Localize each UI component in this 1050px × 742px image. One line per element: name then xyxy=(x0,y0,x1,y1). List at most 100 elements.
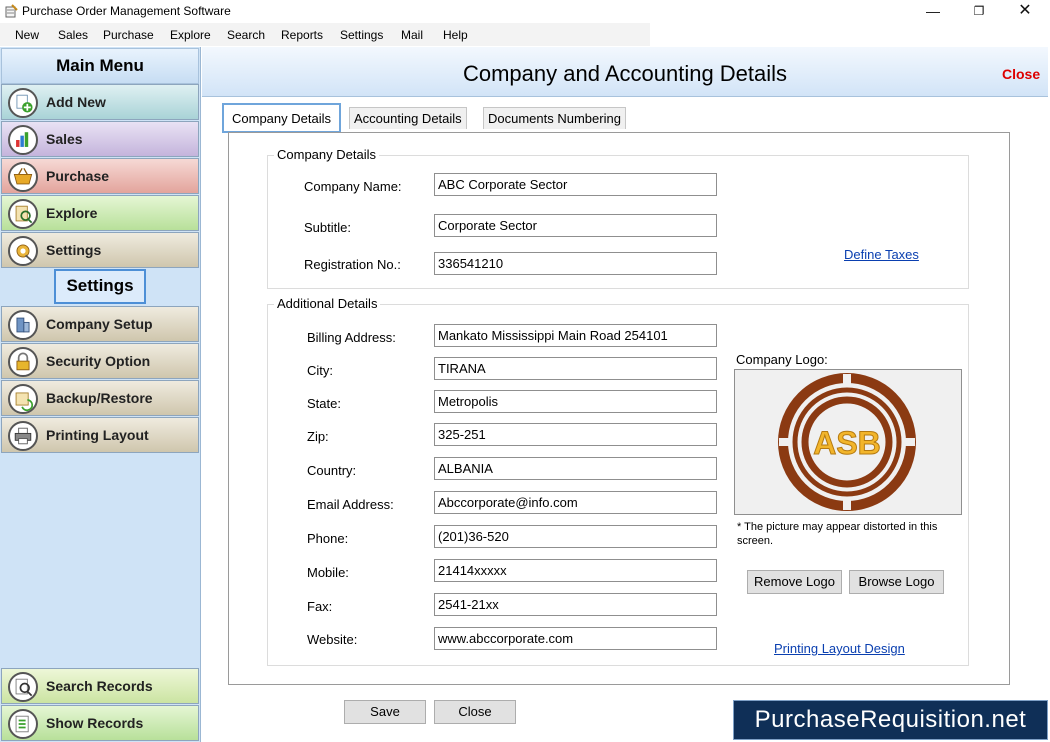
main-content: Company and Accounting Details Close Com… xyxy=(202,47,1050,742)
save-button[interactable]: Save xyxy=(344,700,426,724)
email-address-label: Email Address: xyxy=(307,497,394,512)
remove-logo-button[interactable]: Remove Logo xyxy=(747,570,842,594)
tab-documents-numbering[interactable]: Documents Numbering xyxy=(483,107,626,129)
menu-help[interactable]: Help xyxy=(443,28,468,42)
menu-explore[interactable]: Explore xyxy=(170,28,211,42)
lock-icon xyxy=(8,347,38,377)
tab-panel: Company Details Company Name: ABC Corpor… xyxy=(228,132,1010,685)
sidebar-item-label: Add New xyxy=(46,94,106,110)
company-logo-image: ASB xyxy=(734,369,962,515)
browse-logo-button[interactable]: Browse Logo xyxy=(849,570,944,594)
menu-bar: New Sales Purchase Explore Search Report… xyxy=(0,23,1050,46)
city-field[interactable]: TIRANA xyxy=(434,357,717,380)
sidebar-item-label: Company Setup xyxy=(46,316,153,332)
phone-field[interactable]: (201)36-520 xyxy=(434,525,717,548)
app-icon xyxy=(5,4,18,18)
window-close-button[interactable]: ✕ xyxy=(1002,0,1048,23)
sidebar-item-security-option[interactable]: Security Option xyxy=(1,343,199,379)
company-logo-label: Company Logo: xyxy=(736,352,828,367)
menu-search[interactable]: Search xyxy=(227,28,265,42)
sidebar-item-show-records[interactable]: Show Records xyxy=(1,705,199,741)
close-link[interactable]: Close xyxy=(1002,66,1040,82)
country-label: Country: xyxy=(307,463,357,478)
sidebar-item-label: Search Records xyxy=(46,678,153,694)
printer-icon xyxy=(8,421,38,451)
website-label: Website: xyxy=(307,632,358,647)
subtitle-field[interactable]: Corporate Sector xyxy=(434,214,717,237)
company-name-field[interactable]: ABC Corporate Sector xyxy=(434,173,717,196)
menu-mail[interactable]: Mail xyxy=(401,28,423,42)
fax-label: Fax: xyxy=(307,599,333,614)
minimize-button[interactable]: — xyxy=(910,0,956,23)
settings-section-title: Settings xyxy=(54,269,146,304)
registration-no-label: Registration No.: xyxy=(304,257,401,272)
sidebar-item-add-new[interactable]: Add New xyxy=(1,84,199,120)
printing-layout-design-link[interactable]: Printing Layout Design xyxy=(774,641,905,656)
sidebar-item-sales[interactable]: Sales xyxy=(1,121,199,157)
city-label: City: xyxy=(307,363,333,378)
subtitle-label: Subtitle: xyxy=(304,220,351,235)
company-details-group-title: Company Details xyxy=(274,147,379,162)
asb-logo-icon: ASB xyxy=(778,373,916,511)
logo-distortion-note: * The picture may appear distorted in th… xyxy=(737,521,938,547)
state-field[interactable]: Metropolis xyxy=(434,390,717,413)
show-records-icon xyxy=(8,709,38,739)
sidebar-item-label: Printing Layout xyxy=(46,427,149,443)
menu-bar-background xyxy=(0,23,650,46)
company-name-label: Company Name: xyxy=(304,179,402,194)
sidebar-item-label: Security Option xyxy=(46,353,151,369)
sidebar-item-label: Settings xyxy=(46,242,102,258)
zip-label: Zip: xyxy=(307,429,329,444)
maximize-button[interactable]: ❐ xyxy=(956,0,1002,23)
sales-chart-icon xyxy=(8,125,38,155)
mobile-label: Mobile: xyxy=(307,565,349,580)
additional-details-group-title: Additional Details xyxy=(274,296,381,311)
main-header: Company and Accounting Details Close xyxy=(202,47,1048,97)
sidebar-item-company-setup[interactable]: Company Setup xyxy=(1,306,199,342)
sidebar-item-search-records[interactable]: Search Records xyxy=(1,668,199,704)
menu-settings[interactable]: Settings xyxy=(340,28,383,42)
sidebar-item-label: Show Records xyxy=(46,715,144,731)
website-field[interactable]: www.abccorporate.com xyxy=(434,627,717,650)
menu-purchase[interactable]: Purchase xyxy=(103,28,154,42)
watermark-banner: PurchaseRequisition.net xyxy=(733,700,1048,740)
purchase-basket-icon xyxy=(8,162,38,192)
sidebar-item-backup-restore[interactable]: Backup/Restore xyxy=(1,380,199,416)
mobile-field[interactable]: 21414xxxxx xyxy=(434,559,717,582)
company-setup-icon xyxy=(8,310,38,340)
menu-reports[interactable]: Reports xyxy=(281,28,323,42)
window-title: Purchase Order Management Software xyxy=(22,4,231,18)
billing-address-label: Billing Address: xyxy=(307,330,396,345)
tab-accounting-details[interactable]: Accounting Details xyxy=(349,107,467,129)
sidebar-item-printing-layout[interactable]: Printing Layout xyxy=(1,417,199,453)
sidebar: Main Menu Add New Sales Purchase Explore xyxy=(0,47,201,742)
sidebar-item-explore[interactable]: Explore xyxy=(1,195,199,231)
menu-sales[interactable]: Sales xyxy=(58,28,88,42)
billing-address-field[interactable]: Mankato Mississippi Main Road 254101 xyxy=(434,324,717,347)
sidebar-item-settings[interactable]: Settings xyxy=(1,232,199,268)
sidebar-item-label: Sales xyxy=(46,131,83,147)
page-title: Company and Accounting Details xyxy=(462,61,788,86)
menu-new[interactable]: New xyxy=(15,28,39,42)
close-button[interactable]: Close xyxy=(434,700,516,724)
explore-icon xyxy=(8,199,38,229)
sidebar-item-purchase[interactable]: Purchase xyxy=(1,158,199,194)
title-bar: Purchase Order Management Software — ❐ ✕ xyxy=(0,0,1050,23)
logo-text: ASB xyxy=(813,425,881,461)
registration-no-field[interactable]: 336541210 xyxy=(434,252,717,275)
state-label: State: xyxy=(307,396,341,411)
country-field[interactable]: ALBANIA xyxy=(434,457,717,480)
add-new-icon xyxy=(8,88,38,118)
settings-icon xyxy=(8,236,38,266)
main-menu-title: Main Menu xyxy=(1,48,199,84)
tab-company-details[interactable]: Company Details xyxy=(222,103,341,133)
zip-field[interactable]: 325-251 xyxy=(434,423,717,446)
sidebar-item-label: Backup/Restore xyxy=(46,390,153,406)
search-records-icon xyxy=(8,672,38,702)
define-taxes-link[interactable]: Define Taxes xyxy=(844,247,919,262)
sidebar-item-label: Explore xyxy=(46,205,98,221)
email-address-field[interactable]: Abccorporate@info.com xyxy=(434,491,717,514)
phone-label: Phone: xyxy=(307,531,349,546)
fax-field[interactable]: 2541-21xx xyxy=(434,593,717,616)
backup-icon xyxy=(8,384,38,414)
